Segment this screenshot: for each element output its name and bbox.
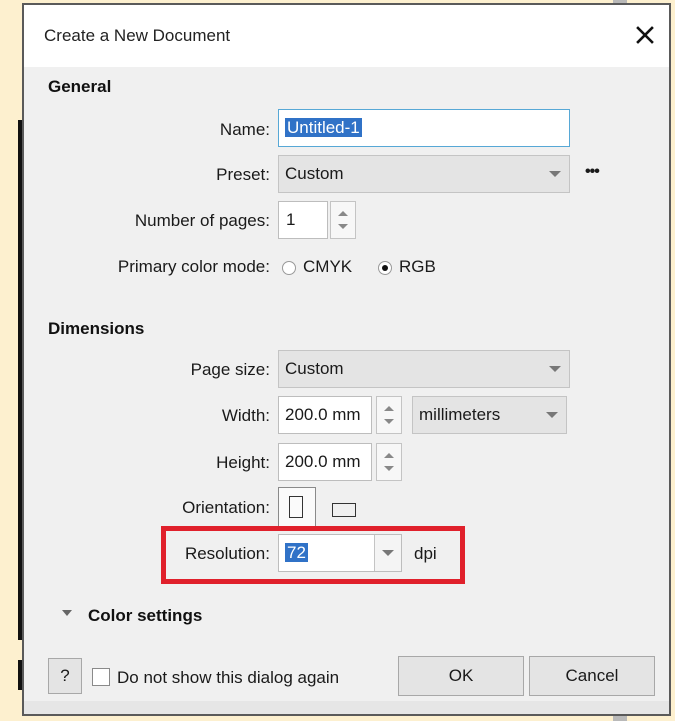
more-options-button[interactable]: ••• (585, 163, 600, 181)
portrait-icon (289, 496, 303, 518)
dialog-bottom-edge (24, 701, 669, 714)
section-dimensions-heading: Dimensions (48, 319, 145, 338)
section-general-heading: General (48, 77, 112, 96)
name-field[interactable]: Untitled-1 (278, 109, 570, 147)
dialog-title: Create a New Document (44, 26, 231, 45)
dialog-titlebar: Create a New Document (24, 5, 669, 67)
preset-select[interactable]: Custom (278, 155, 570, 193)
chevron-down-icon (549, 171, 561, 177)
height-label: Height: (216, 453, 270, 472)
create-document-dialog: Create a New Document General Name: Unti… (22, 3, 671, 716)
stepper-down-icon (338, 224, 348, 229)
pages-stepper[interactable] (330, 201, 356, 239)
stepper-down-icon (384, 466, 394, 471)
color-settings-toggle[interactable]: Color settings (88, 606, 202, 626)
chevron-down-icon (546, 412, 558, 418)
page-size-value: Custom (285, 359, 344, 378)
stepper-up-icon (384, 453, 394, 458)
height-stepper[interactable] (376, 443, 402, 481)
landscape-icon (332, 503, 356, 517)
dont-show-label: Do not show this dialog again (117, 668, 340, 687)
name-value: Untitled-1 (285, 118, 362, 137)
width-stepper[interactable] (376, 396, 402, 434)
pages-label: Number of pages: (134, 211, 270, 230)
cancel-button[interactable]: Cancel (529, 656, 655, 696)
close-icon (636, 26, 654, 44)
resolution-highlight-box (161, 526, 465, 584)
height-value: 200.0 mm (285, 452, 361, 471)
width-label: Width: (221, 406, 270, 425)
height-field[interactable]: 200.0 mm (278, 443, 372, 481)
cmyk-label: CMYK (303, 257, 353, 276)
name-label: Name: (219, 120, 270, 139)
close-button[interactable] (624, 17, 666, 53)
help-button[interactable]: ? (48, 658, 82, 694)
preset-label: Preset: (216, 165, 270, 184)
expand-arrow-icon[interactable] (62, 610, 72, 616)
page-size-select[interactable]: Custom (278, 350, 570, 388)
units-value: millimeters (419, 405, 501, 424)
pages-value: 1 (286, 210, 296, 229)
chevron-down-icon (549, 366, 561, 372)
rgb-label: RGB (399, 257, 436, 276)
pages-field[interactable]: 1 (278, 201, 328, 239)
rgb-radio[interactable] (378, 261, 392, 275)
width-value: 200.0 mm (285, 405, 361, 424)
stepper-up-icon (384, 406, 394, 411)
portrait-orientation-button[interactable] (278, 487, 316, 527)
ok-button[interactable]: OK (398, 656, 524, 696)
units-select[interactable]: millimeters (412, 396, 567, 434)
color-mode-label: Primary color mode: (117, 257, 270, 276)
stepper-up-icon (338, 211, 348, 216)
stepper-down-icon (384, 419, 394, 424)
preset-value: Custom (285, 164, 344, 183)
width-field[interactable]: 200.0 mm (278, 396, 372, 434)
dont-show-checkbox[interactable] (92, 668, 110, 686)
orientation-label: Orientation: (182, 498, 270, 517)
landscape-orientation-button[interactable] (323, 487, 365, 527)
page-size-label: Page size: (190, 360, 270, 379)
cmyk-radio[interactable] (282, 261, 296, 275)
